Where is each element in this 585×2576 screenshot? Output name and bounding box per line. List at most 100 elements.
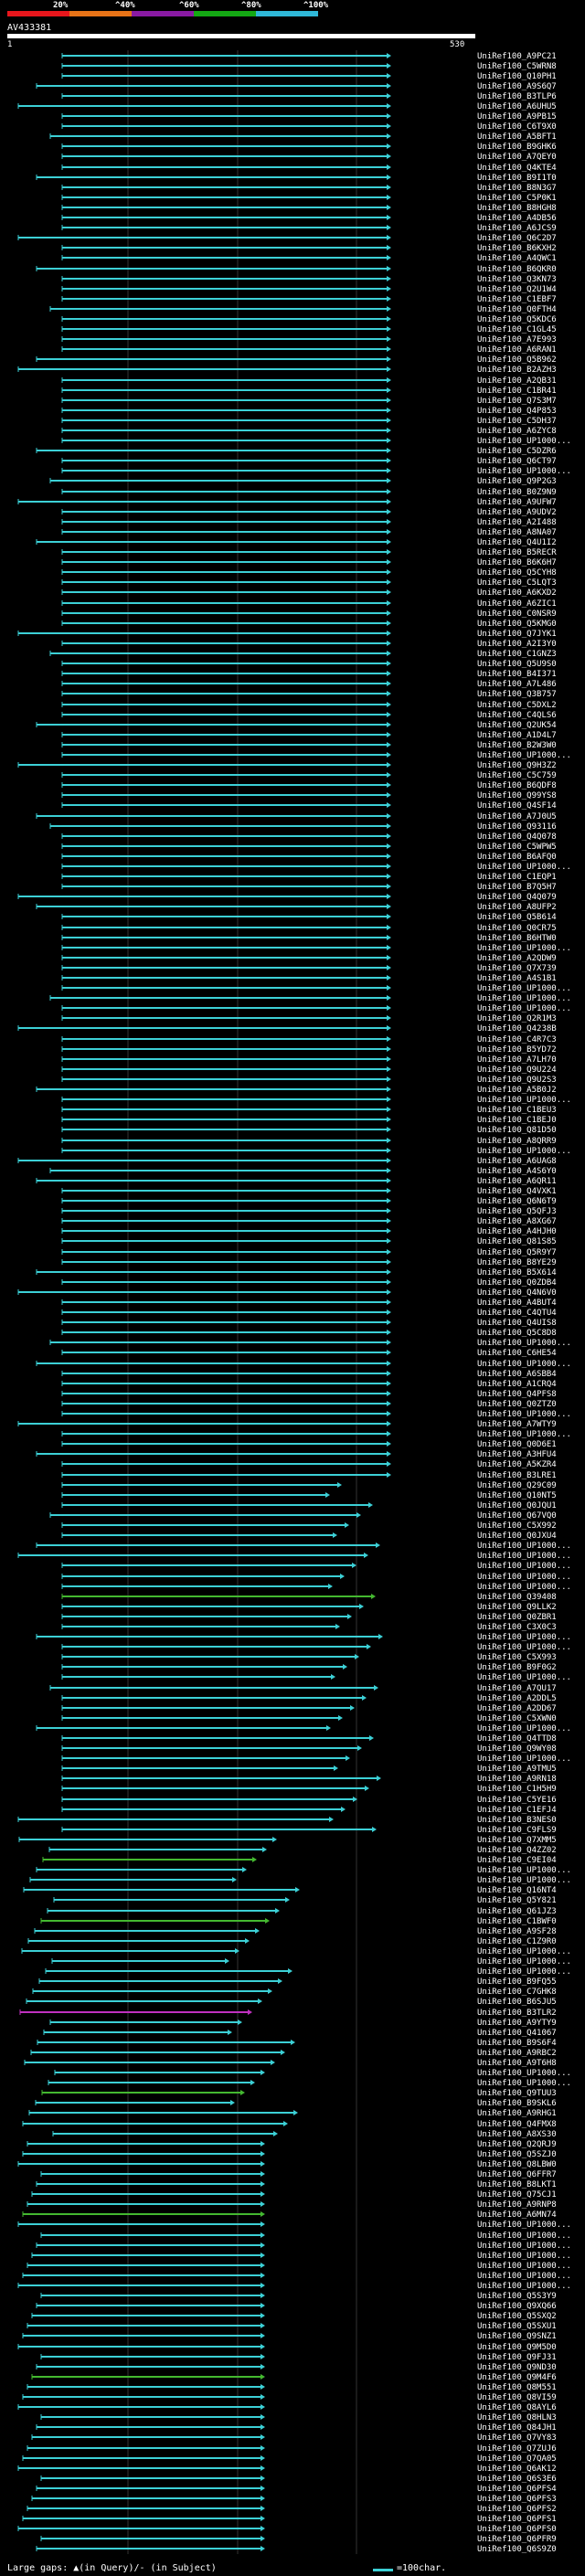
hit-label[interactable]: UniRef100_C5XWN0 <box>477 1714 557 1723</box>
hit-label[interactable]: UniRef100_Q99YS8 <box>477 791 557 800</box>
hit-row[interactable]: UniRef100_Q81S85 <box>61 1237 557 1246</box>
hit-label[interactable]: UniRef100_A9RN18 <box>477 1775 557 1784</box>
hit-row[interactable]: UniRef100_A7E993 <box>61 335 557 345</box>
hit-row[interactable]: UniRef100_A9RNP8 <box>27 2200 557 2210</box>
hit-row[interactable]: UniRef100_Q3KN73 <box>61 275 557 284</box>
hit-label[interactable]: UniRef100_UP1000... <box>477 1583 571 1592</box>
hit-label[interactable]: UniRef100_UP1000... <box>477 1673 571 1682</box>
hit-row[interactable]: UniRef100_Q8AYL6 <box>17 2403 557 2412</box>
hit-label[interactable]: UniRef100_C3X0C3 <box>477 1623 557 1632</box>
hit-label[interactable]: UniRef100_Q5R9Y7 <box>477 1248 557 1257</box>
hit-label[interactable]: UniRef100_A2I3Y0 <box>477 640 557 649</box>
hit-row[interactable]: UniRef100_A7J0U5 <box>36 812 557 822</box>
hit-row[interactable]: UniRef100_UP1000... <box>61 1573 571 1582</box>
hit-row[interactable]: UniRef100_B8YE29 <box>61 1258 557 1267</box>
hit-label[interactable]: UniRef100_A7J0U5 <box>477 812 557 822</box>
hit-label[interactable]: UniRef100_C6HE54 <box>477 1349 557 1358</box>
hit-label[interactable]: UniRef100_C5X992 <box>477 1521 557 1531</box>
hit-row[interactable]: UniRef100_Q7XMM5 <box>18 1836 557 1845</box>
hit-row[interactable]: UniRef100_Q4SF14 <box>61 801 557 811</box>
hit-label[interactable]: UniRef100_C1EQP1 <box>477 873 557 882</box>
hit-row[interactable]: UniRef100_Q9P2G3 <box>49 477 557 486</box>
hit-label[interactable]: UniRef100_UP1000... <box>477 2262 571 2271</box>
hit-row[interactable]: UniRef100_Q2U1W4 <box>61 285 557 294</box>
hit-label[interactable]: UniRef100_Q7VY83 <box>477 2433 557 2443</box>
hit-label[interactable]: UniRef100_UP1000... <box>477 1360 571 1369</box>
hit-row[interactable]: UniRef100_A9UFW7 <box>17 498 557 507</box>
hit-label[interactable]: UniRef100_Q7JYK1 <box>477 630 557 639</box>
hit-label[interactable]: UniRef100_Q7ZUJ6 <box>477 2444 557 2454</box>
hit-row[interactable]: UniRef100_Q5SXU1 <box>27 2322 557 2331</box>
hit-label[interactable]: UniRef100_B3NES0 <box>477 1816 557 1825</box>
hit-row[interactable]: UniRef100_Q7X739 <box>61 964 557 973</box>
hit-label[interactable]: UniRef100_Q75CJ1 <box>477 2190 557 2200</box>
hit-row[interactable]: UniRef100_Q7S3M7 <box>61 397 557 406</box>
hit-label[interactable]: UniRef100_UP1000... <box>477 1096 571 1105</box>
hit-label[interactable]: UniRef100_B8N3G7 <box>477 184 557 193</box>
hit-row[interactable]: UniRef100_Q5U9S0 <box>61 660 557 669</box>
hit-label[interactable]: UniRef100_UP1000... <box>477 944 571 953</box>
hit-label[interactable]: UniRef100_A9PC21 <box>477 52 557 61</box>
hit-label[interactable]: UniRef100_A6UHU5 <box>477 102 557 111</box>
hit-label[interactable]: UniRef100_Q67VQ0 <box>477 1511 557 1521</box>
hit-row[interactable]: UniRef100_C5DXL2 <box>61 701 557 710</box>
hit-row[interactable]: UniRef100_Q6S9Z0 <box>36 2545 557 2554</box>
hit-label[interactable]: UniRef100_Q9M5D0 <box>477 2343 557 2352</box>
hit-label[interactable]: UniRef100_A8XG67 <box>477 1217 557 1226</box>
hit-label[interactable]: UniRef100_Q6CT97 <box>477 457 557 466</box>
hit-label[interactable]: UniRef100_B8HGH8 <box>477 204 557 213</box>
hit-label[interactable]: UniRef100_B5RECR <box>477 548 557 557</box>
hit-row[interactable]: UniRef100_Q8M551 <box>27 2383 557 2392</box>
hit-row[interactable]: UniRef100_C5X992 <box>61 1521 557 1531</box>
hit-row[interactable]: UniRef100_UP1000... <box>48 2079 571 2088</box>
hit-label[interactable]: UniRef100_UP1000... <box>477 2069 571 2078</box>
hit-row[interactable]: UniRef100_C1EQP1 <box>61 873 557 882</box>
hit-row[interactable]: UniRef100_Q8LBW0 <box>17 2160 557 2169</box>
hit-label[interactable]: UniRef100_Q0ZDB4 <box>477 1278 557 1288</box>
hit-label[interactable]: UniRef100_Q6PFS3 <box>477 2495 557 2504</box>
hit-row[interactable]: UniRef100_Q4PFS8 <box>61 1390 557 1399</box>
hit-row[interactable]: UniRef100_Q0D6E1 <box>61 1440 557 1449</box>
hit-label[interactable]: UniRef100_A2QB31 <box>477 376 557 386</box>
hit-row[interactable]: UniRef100_A8QRR9 <box>61 1137 557 1146</box>
hit-label[interactable]: UniRef100_Q4ZZ02 <box>477 1846 557 1855</box>
hit-row[interactable]: UniRef100_UP1000... <box>36 2242 571 2251</box>
hit-row[interactable]: UniRef100_Q9M5D0 <box>17 2343 557 2352</box>
hit-row[interactable]: UniRef100_UP1000... <box>36 1360 571 1369</box>
hit-row[interactable]: UniRef100_B3TLP6 <box>61 92 557 101</box>
hit-row[interactable]: UniRef100_A4DB56 <box>61 214 557 223</box>
hit-row[interactable]: UniRef100_Q5Y821 <box>53 1896 557 1905</box>
hit-label[interactable]: UniRef100_Q6PFS4 <box>477 2485 557 2494</box>
hit-label[interactable]: UniRef100_B9GHK6 <box>477 143 557 152</box>
hit-label[interactable]: UniRef100_Q9FJ31 <box>477 2353 557 2362</box>
hit-label[interactable]: UniRef100_UP1000... <box>477 1339 571 1348</box>
hit-row[interactable]: UniRef100_Q9FJ31 <box>40 2353 557 2362</box>
hit-label[interactable]: UniRef100_UP1000... <box>477 1754 571 1764</box>
hit-row[interactable]: UniRef100_C3X0C3 <box>61 1623 557 1632</box>
hit-label[interactable]: UniRef100_C5YE16 <box>477 1796 557 1805</box>
hit-label[interactable]: UniRef100_Q9P2G3 <box>477 477 557 486</box>
hit-label[interactable]: UniRef100_Q4VXK1 <box>477 1187 557 1196</box>
hit-label[interactable]: UniRef100_A6KXD2 <box>477 588 557 598</box>
hit-row[interactable]: UniRef100_A7QU17 <box>49 1684 557 1693</box>
hit-row[interactable]: UniRef100_C1GNZ3 <box>49 650 557 659</box>
hit-row[interactable]: UniRef100_Q5CYH8 <box>61 568 557 578</box>
hit-label[interactable]: UniRef100_A4DB56 <box>477 214 557 223</box>
hit-label[interactable]: UniRef100_A6RAN1 <box>477 345 557 355</box>
hit-row[interactable]: UniRef100_Q6CT97 <box>61 457 557 466</box>
hit-row[interactable]: UniRef100_Q81D50 <box>61 1126 557 1135</box>
hit-row[interactable]: UniRef100_UP1000... <box>61 1430 571 1439</box>
hit-label[interactable]: UniRef100_Q5QFJ3 <box>477 1207 557 1216</box>
hit-label[interactable]: UniRef100_A6MN74 <box>477 2210 557 2220</box>
hit-label[interactable]: UniRef100_Q5SXQ2 <box>477 2312 557 2321</box>
hit-row[interactable]: UniRef100_Q41067 <box>43 2029 557 2038</box>
hit-label[interactable]: UniRef100_Q9SNZ1 <box>477 2332 557 2341</box>
hit-label[interactable]: UniRef100_Q0ZTZ0 <box>477 1400 557 1409</box>
hit-row[interactable]: UniRef100_Q2QRJ9 <box>27 2140 557 2149</box>
hit-label[interactable]: UniRef100_B8LKT1 <box>477 2180 557 2189</box>
hit-row[interactable]: UniRef100_Q5C8D8 <box>61 1329 557 1338</box>
hit-row[interactable]: UniRef100_C1H5H9 <box>61 1785 557 1794</box>
hit-label[interactable]: UniRef100_Q4FMX8 <box>477 2120 557 2129</box>
hit-row[interactable]: UniRef100_B0Z9N9 <box>61 488 557 497</box>
hit-row[interactable]: UniRef100_Q6C2D7 <box>17 234 557 243</box>
